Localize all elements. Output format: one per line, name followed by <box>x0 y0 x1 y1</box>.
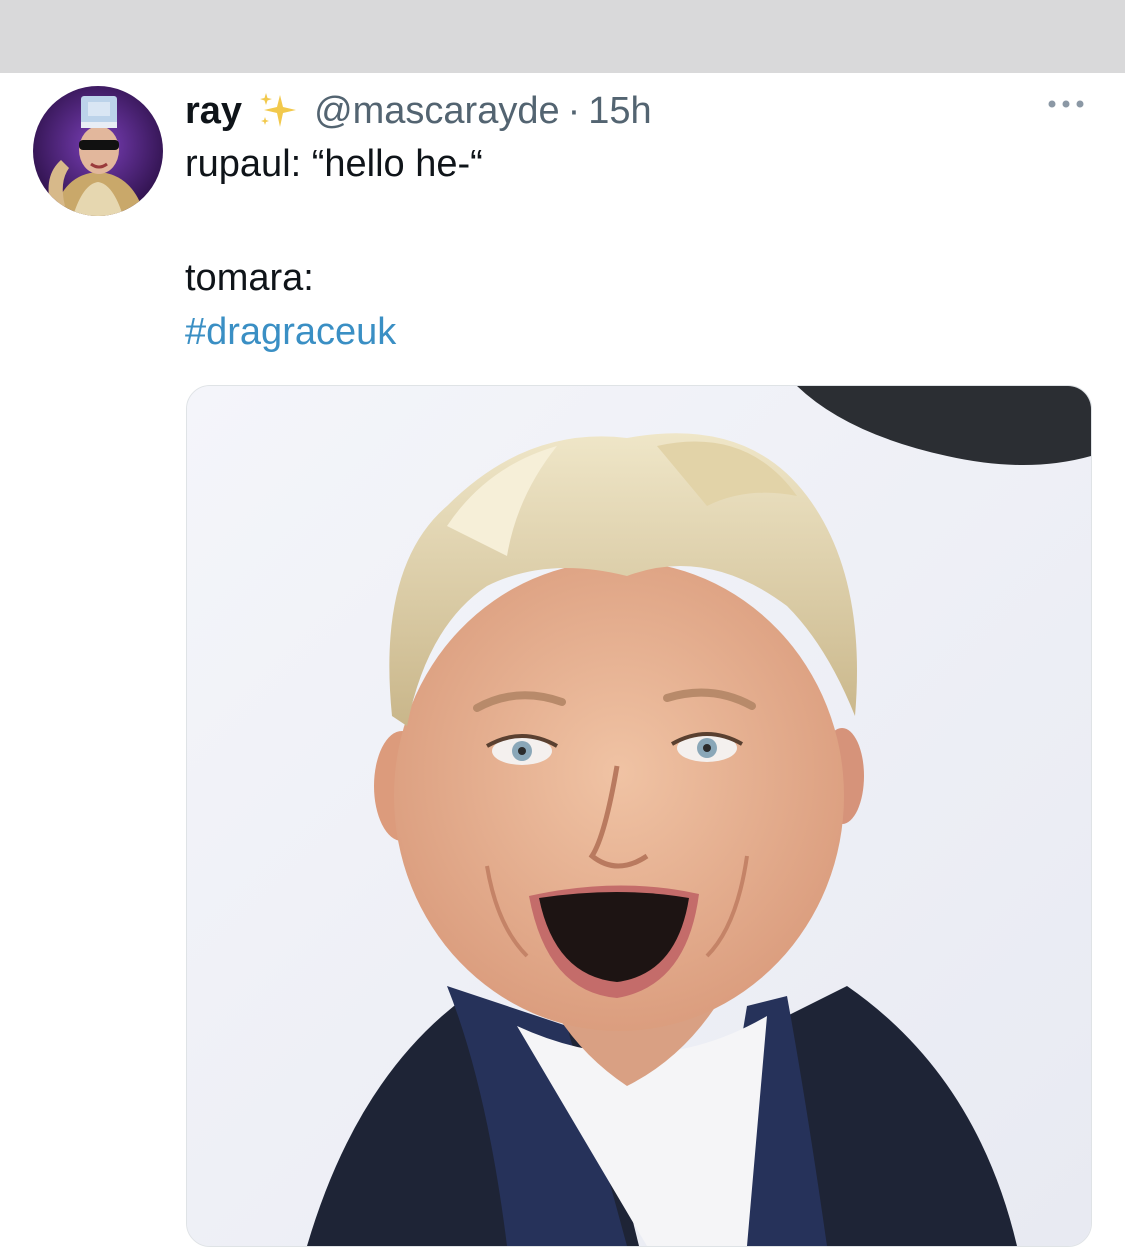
more-horizontal-icon[interactable] <box>1040 92 1092 116</box>
tweet-media-photo[interactable] <box>186 385 1092 1247</box>
tweet-text-line-1: rupaul: “hello he-“ <box>185 143 483 185</box>
display-name[interactable]: ray <box>185 90 242 133</box>
tweet-text-line-2: tomara: <box>185 257 314 299</box>
timestamp[interactable]: 15h <box>588 90 651 133</box>
hashtag-link[interactable]: #dragraceuk <box>185 310 396 354</box>
tweet-header: ray @mascarayde · 15h <box>185 86 652 136</box>
user-handle[interactable]: @mascarayde <box>314 90 560 133</box>
sparkles-icon <box>256 91 302 131</box>
top-status-bar <box>0 0 1125 73</box>
separator-dot: · <box>567 89 581 132</box>
avatar[interactable] <box>33 86 163 216</box>
